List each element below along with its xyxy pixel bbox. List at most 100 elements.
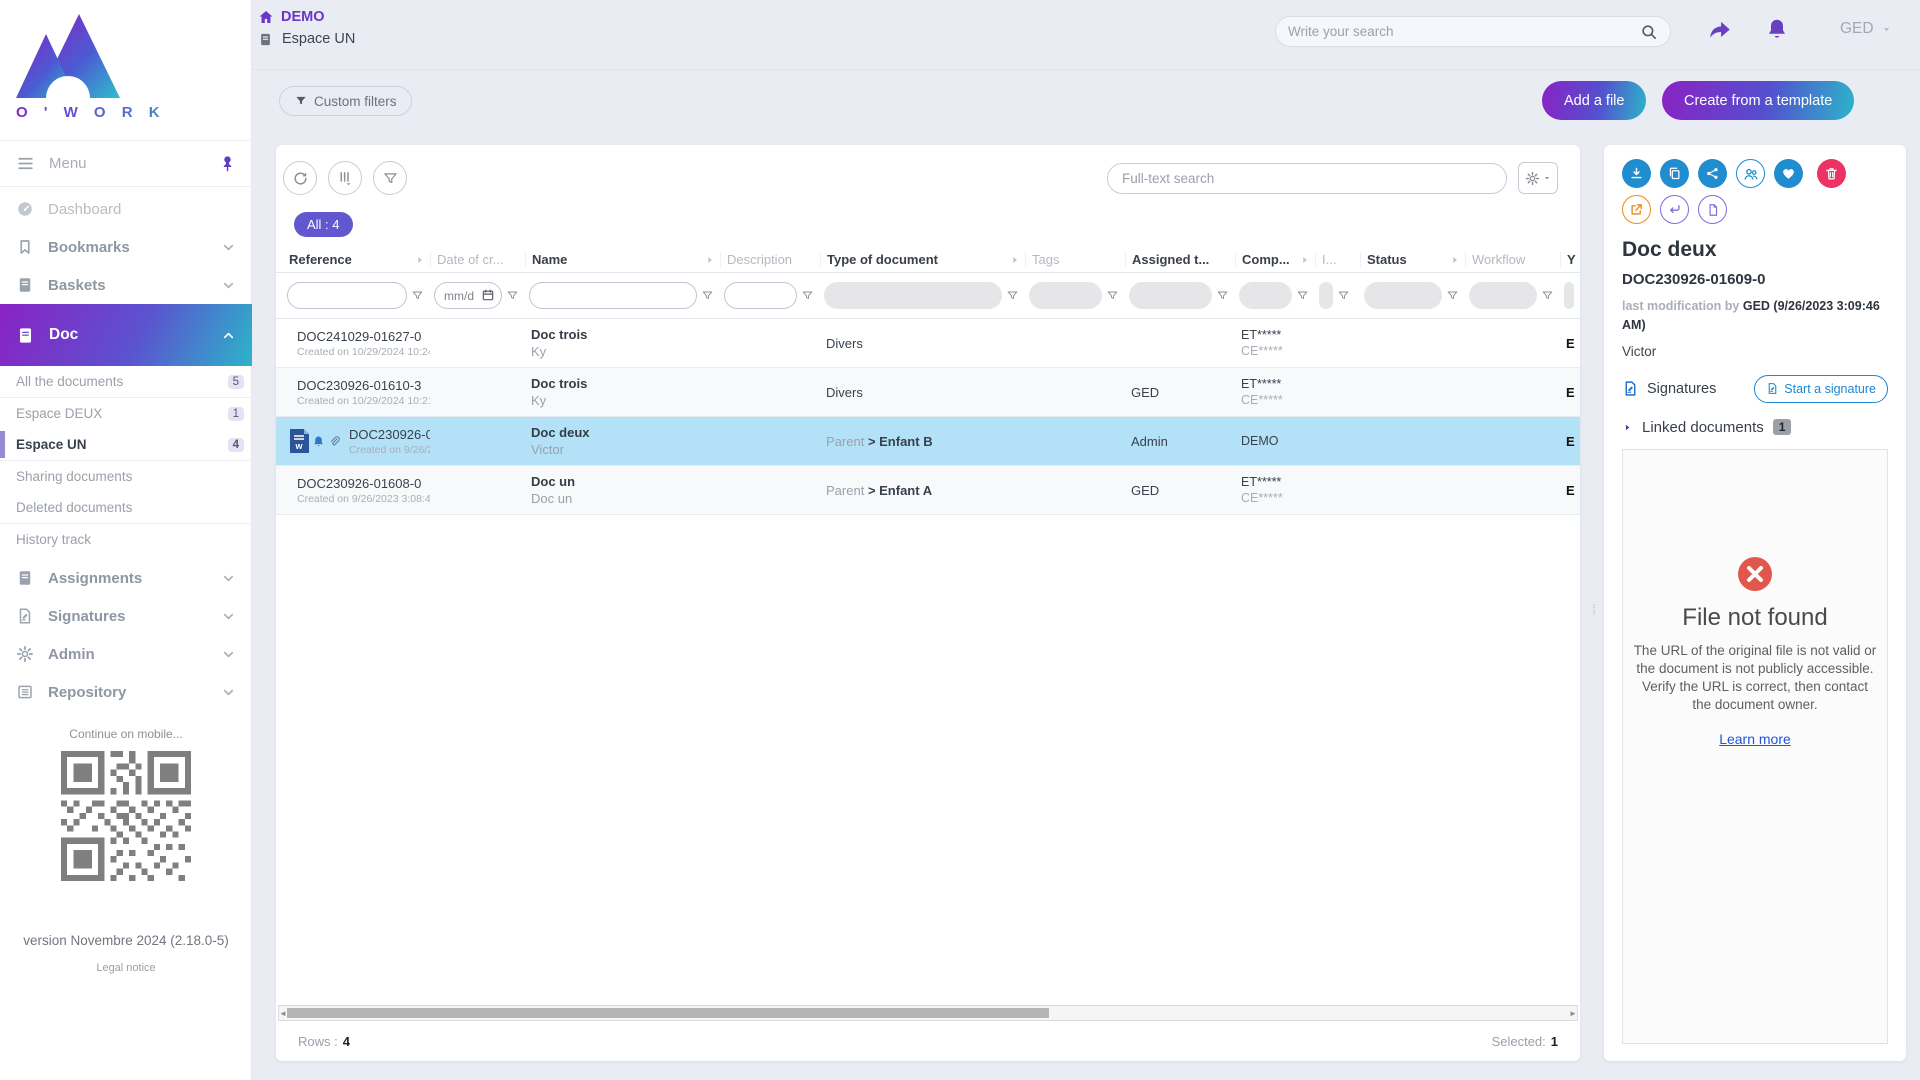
scroll-right-arrow[interactable]: ► [1569, 1006, 1577, 1020]
column-header-workflow[interactable]: Workflow [1465, 252, 1560, 267]
columns-button[interactable] [328, 161, 362, 195]
copy-icon [1667, 166, 1682, 181]
column-header-type[interactable]: Type of document [820, 252, 1025, 267]
column-header-description[interactable]: Description [720, 252, 820, 267]
custom-filters-button[interactable]: Custom filters [279, 86, 412, 116]
paperclip-icon [328, 435, 341, 448]
filter-type-select[interactable] [824, 282, 1002, 309]
funnel-icon[interactable] [1006, 289, 1019, 302]
share-button[interactable] [1698, 159, 1727, 188]
funnel-icon[interactable] [1216, 289, 1229, 302]
fulltext-search-input[interactable] [1122, 171, 1492, 186]
search-icon[interactable] [1640, 23, 1658, 41]
scrollbar-thumb[interactable] [287, 1008, 1049, 1018]
sidebar-item-assignments[interactable]: Assignments [0, 559, 252, 597]
duplicate-button[interactable] [1660, 159, 1689, 188]
column-header-reference[interactable]: Reference [283, 252, 430, 267]
sidebar-subitem-espace-deux[interactable]: Espace DEUX 1 [0, 398, 252, 429]
calendar-icon[interactable] [481, 288, 495, 302]
column-header-i[interactable]: I... [1315, 252, 1360, 267]
start-signature-button[interactable]: Start a signature [1754, 375, 1888, 403]
filter-reference-input[interactable] [287, 282, 407, 309]
column-header-assigned[interactable]: Assigned t... [1125, 252, 1235, 267]
add-file-button[interactable]: Add a file [1542, 81, 1646, 120]
pin-sidebar-icon[interactable] [219, 155, 236, 172]
linked-documents-label: Linked documents [1642, 419, 1764, 436]
sidebar-item-doc-active[interactable]: Doc [0, 304, 252, 366]
manage-users-button[interactable] [1736, 159, 1765, 188]
share-forward-icon[interactable] [1707, 17, 1733, 43]
scroll-left-arrow[interactable]: ◄ [279, 1006, 287, 1020]
column-header-date[interactable]: Date of cr... [430, 252, 525, 267]
document-properties-button[interactable] [1698, 195, 1727, 224]
favorite-button[interactable] [1774, 159, 1803, 188]
notifications-bell-icon[interactable] [1765, 17, 1789, 41]
funnel-icon[interactable] [1106, 289, 1119, 302]
column-header-company[interactable]: Comp... [1235, 252, 1315, 267]
sidebar-item-bookmarks[interactable]: Bookmarks [0, 228, 252, 266]
column-header-tags[interactable]: Tags [1025, 252, 1125, 267]
filter-i-select[interactable] [1319, 282, 1333, 309]
filter-assigned-select[interactable] [1129, 282, 1212, 309]
filter-name-input[interactable] [529, 282, 697, 309]
funnel-icon[interactable] [1296, 289, 1309, 302]
funnel-icon[interactable] [411, 289, 424, 302]
table-row[interactable]: PDF DOC230926-01608-0 Created on 9/26/20… [276, 466, 1580, 515]
sidebar-item-admin[interactable]: Admin [0, 635, 252, 673]
column-header-name[interactable]: Name [525, 252, 720, 267]
legal-notice-link[interactable]: Legal notice [0, 962, 252, 974]
filter-tags-select[interactable] [1029, 282, 1102, 309]
sidebar-subitem-history-track[interactable]: History track [0, 524, 252, 555]
filter-company-select[interactable] [1239, 282, 1292, 309]
open-external-button[interactable] [1622, 195, 1651, 224]
linked-documents-toggle[interactable]: Linked documents 1 [1622, 419, 1888, 436]
filter-description-input[interactable] [724, 282, 797, 309]
return-button[interactable] [1660, 195, 1689, 224]
download-button[interactable] [1622, 159, 1651, 188]
sort-arrow-icon[interactable] [1299, 254, 1311, 266]
delete-button[interactable] [1817, 159, 1846, 188]
sidebar-subitem-espace-un[interactable]: Espace UN 4 [0, 429, 252, 460]
sidebar-subitem-sharing-documents[interactable]: Sharing documents [0, 461, 252, 492]
filter-clipped-select[interactable] [1564, 282, 1574, 309]
panel-resize-handle[interactable]: ⁞ [1589, 592, 1597, 626]
table-row[interactable]: PDF DOC241029-01627-0 Created on 10/29/2… [276, 319, 1580, 368]
funnel-icon[interactable] [1446, 289, 1459, 302]
sidebar-item-dashboard[interactable]: Dashboard [0, 190, 252, 228]
user-menu[interactable]: GED [1840, 20, 1893, 38]
filter-button[interactable] [373, 161, 407, 195]
all-count-badge[interactable]: All : 4 [294, 212, 353, 237]
funnel-icon[interactable] [1337, 289, 1350, 302]
funnel-icon[interactable] [506, 289, 519, 302]
filter-status-select[interactable] [1364, 282, 1442, 309]
breadcrumb-root[interactable]: DEMO [258, 9, 355, 25]
funnel-icon[interactable] [1541, 289, 1554, 302]
column-header-clipped[interactable]: Y [1560, 252, 1580, 267]
column-header-status[interactable]: Status [1360, 252, 1465, 267]
filter-workflow-select[interactable] [1469, 282, 1537, 309]
menu-toggle[interactable]: Menu [0, 141, 252, 186]
document-company: ET***** [1241, 328, 1309, 342]
global-search-input[interactable] [1288, 24, 1640, 39]
table-row-selected[interactable]: w DOC230926-01609-0 Created on 9/26/2023… [276, 417, 1580, 466]
app-logo[interactable]: O ' W O R K [16, 12, 236, 121]
sidebar-item-repository[interactable]: Repository [0, 673, 252, 711]
sidebar-subitem-all-documents[interactable]: All the documents 5 [0, 366, 252, 397]
sort-arrow-icon[interactable] [414, 254, 426, 266]
document-created: Created on 10/29/2024 10:24:21 PM [297, 346, 430, 358]
sidebar-item-baskets[interactable]: Baskets [0, 266, 252, 304]
sort-arrow-icon[interactable] [1009, 254, 1021, 266]
refresh-button[interactable] [283, 161, 317, 195]
sort-arrow-icon[interactable] [1449, 254, 1461, 266]
table-row[interactable]: PDF DOC230926-01610-3 Created on 10/29/2… [276, 368, 1580, 417]
funnel-icon[interactable] [701, 289, 714, 302]
table-settings-button[interactable] [1518, 162, 1558, 194]
learn-more-link[interactable]: Learn more [1719, 731, 1791, 747]
create-from-template-button[interactable]: Create from a template [1662, 81, 1854, 120]
subitem-label: Espace DEUX [16, 406, 228, 421]
funnel-icon[interactable] [801, 289, 814, 302]
horizontal-scrollbar[interactable]: ◄ ► [278, 1005, 1578, 1021]
sort-arrow-icon[interactable] [704, 254, 716, 266]
sidebar-item-signatures[interactable]: Signatures [0, 597, 252, 635]
sidebar-subitem-deleted-documents[interactable]: Deleted documents [0, 492, 252, 523]
